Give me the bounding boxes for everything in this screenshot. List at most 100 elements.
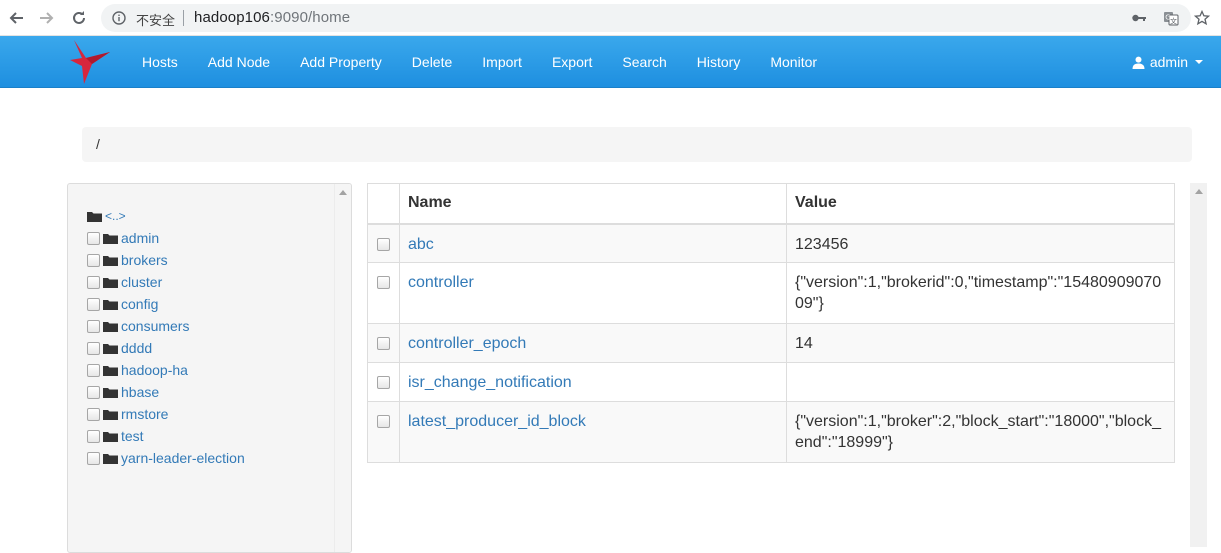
folder-icon (103, 256, 118, 266)
translate-icon[interactable]: 文G (1163, 10, 1179, 26)
header-value[interactable]: Value (786, 183, 1175, 225)
insecure-label: 不安全 (136, 14, 176, 29)
tree-scrollbar[interactable] (334, 184, 351, 552)
tree-item[interactable]: brokers (87, 249, 245, 271)
row-value-cell: 14 (786, 323, 1175, 363)
tree-item-checkbox[interactable] (87, 231, 100, 245)
nav-hosts[interactable]: Hosts (127, 36, 193, 88)
tree-item-checkbox[interactable] (87, 341, 100, 355)
tree-item-checkbox[interactable] (87, 363, 100, 377)
header-name[interactable]: Name (399, 183, 787, 225)
brand-bird-logo-icon[interactable] (66, 38, 114, 86)
tree-item[interactable]: test (87, 425, 245, 447)
star-bookmark-icon[interactable] (1194, 10, 1210, 26)
tree-item-link[interactable]: test (121, 428, 144, 444)
property-value: {"version":1,"broker":2,"block_start":"1… (795, 413, 1161, 451)
info-icon[interactable] (112, 11, 126, 25)
tree-item-link[interactable]: admin (121, 230, 159, 246)
tree-item-link[interactable]: config (121, 296, 158, 312)
svg-text:文: 文 (1170, 17, 1177, 26)
row-name-cell: controller (399, 262, 787, 324)
tree-up-link[interactable]: <..> (105, 209, 126, 223)
page-scrollbar[interactable] (1190, 183, 1207, 547)
tree-item-checkbox[interactable] (87, 451, 100, 465)
property-name-link[interactable]: controller_epoch (408, 335, 526, 352)
tree-item-link[interactable]: consumers (121, 318, 189, 334)
row-select-cell (367, 262, 400, 324)
user-name: admin (1149, 54, 1188, 70)
forward-arrow-icon[interactable] (37, 9, 57, 27)
key-icon[interactable] (1131, 10, 1147, 26)
tree-item-link[interactable]: rmstore (121, 406, 168, 422)
row-checkbox[interactable] (377, 237, 390, 251)
row-checkbox[interactable] (377, 415, 390, 428)
tree-item-checkbox[interactable] (87, 407, 100, 421)
row-name-cell: controller_epoch (399, 323, 787, 363)
folder-icon (87, 212, 102, 222)
tree-item-link[interactable]: dddd (121, 340, 152, 356)
table-row: latest_producer_id_block {"version":1,"br… (367, 401, 1175, 463)
tree-item-link[interactable]: hadoop-ha (121, 362, 188, 378)
row-name-cell: latest_producer_id_block (399, 401, 787, 463)
tree-item[interactable]: dddd (87, 337, 245, 359)
table-row: isr_change_notification (367, 362, 1175, 402)
row-checkbox[interactable] (377, 276, 390, 289)
browser-toolbar: 不安全 hadoop106:9090/home 文G (0, 0, 1221, 36)
tree-item[interactable]: cluster (87, 271, 245, 293)
breadcrumb: / (82, 127, 1192, 162)
node-tree: <..> admin brokers cluster config consumers d… (87, 205, 245, 469)
property-name-link[interactable]: controller (408, 274, 474, 291)
tree-item-checkbox[interactable] (87, 297, 100, 311)
tree-item-checkbox[interactable] (87, 319, 100, 333)
property-name-link[interactable]: abc (408, 236, 434, 253)
nav-import[interactable]: Import (467, 36, 537, 88)
user-icon (1132, 56, 1145, 69)
folder-icon (103, 234, 118, 244)
tree-item[interactable]: config (87, 293, 245, 315)
property-value: {"version":1,"brokerid":0,"timestamp":"1… (795, 274, 1162, 312)
back-arrow-icon[interactable] (6, 9, 26, 27)
reload-icon[interactable] (69, 9, 89, 27)
row-checkbox[interactable] (377, 376, 390, 389)
tree-item-link[interactable]: cluster (121, 274, 162, 290)
user-menu[interactable]: admin (1132, 36, 1203, 88)
row-checkbox[interactable] (377, 337, 390, 350)
row-value-cell (786, 362, 1175, 402)
tree-item-link[interactable]: yarn-leader-election (121, 450, 245, 466)
table-row: abc 123456 (367, 223, 1175, 263)
tree-item[interactable]: rmstore (87, 403, 245, 425)
property-value: 123456 (795, 235, 849, 253)
tree-item[interactable]: yarn-leader-election (87, 447, 245, 469)
nav-history[interactable]: History (682, 36, 756, 88)
header-select (367, 183, 400, 225)
nav-add-property[interactable]: Add Property (285, 36, 397, 88)
tree-item-checkbox[interactable] (87, 253, 100, 267)
tree-item-up[interactable]: <..> (87, 205, 245, 227)
tree-item-checkbox[interactable] (87, 429, 100, 443)
tree-item-link[interactable]: brokers (121, 252, 168, 268)
nav-search[interactable]: Search (607, 36, 681, 88)
scroll-up-icon[interactable] (1195, 189, 1203, 194)
nav-delete[interactable]: Delete (397, 36, 467, 88)
table-row: controller_epoch 14 (367, 323, 1175, 363)
nav-monitor[interactable]: Monitor (755, 36, 832, 88)
property-name-link[interactable]: isr_change_notification (408, 374, 572, 391)
scroll-up-icon[interactable] (339, 190, 347, 195)
row-select-cell (367, 401, 400, 463)
tree-item[interactable]: admin (87, 227, 245, 249)
tree-item-checkbox[interactable] (87, 385, 100, 399)
property-name-link[interactable]: latest_producer_id_block (408, 413, 586, 430)
address-bar[interactable]: 不安全 hadoop106:9090/home (101, 4, 1191, 32)
nav-add-node[interactable]: Add Node (193, 36, 285, 88)
node-tree-panel: <..> admin brokers cluster config consumers d… (67, 183, 352, 553)
tree-item[interactable]: consumers (87, 315, 245, 337)
property-table: Name Value abc 123456 controller {"version"… (367, 183, 1175, 463)
row-select-cell (367, 362, 400, 402)
tree-item[interactable]: hbase (87, 381, 245, 403)
divider (183, 10, 184, 26)
tree-item-link[interactable]: hbase (121, 384, 159, 400)
nav-export[interactable]: Export (537, 36, 607, 88)
folder-icon (103, 300, 118, 310)
tree-item[interactable]: hadoop-ha (87, 359, 245, 381)
tree-item-checkbox[interactable] (87, 275, 100, 289)
